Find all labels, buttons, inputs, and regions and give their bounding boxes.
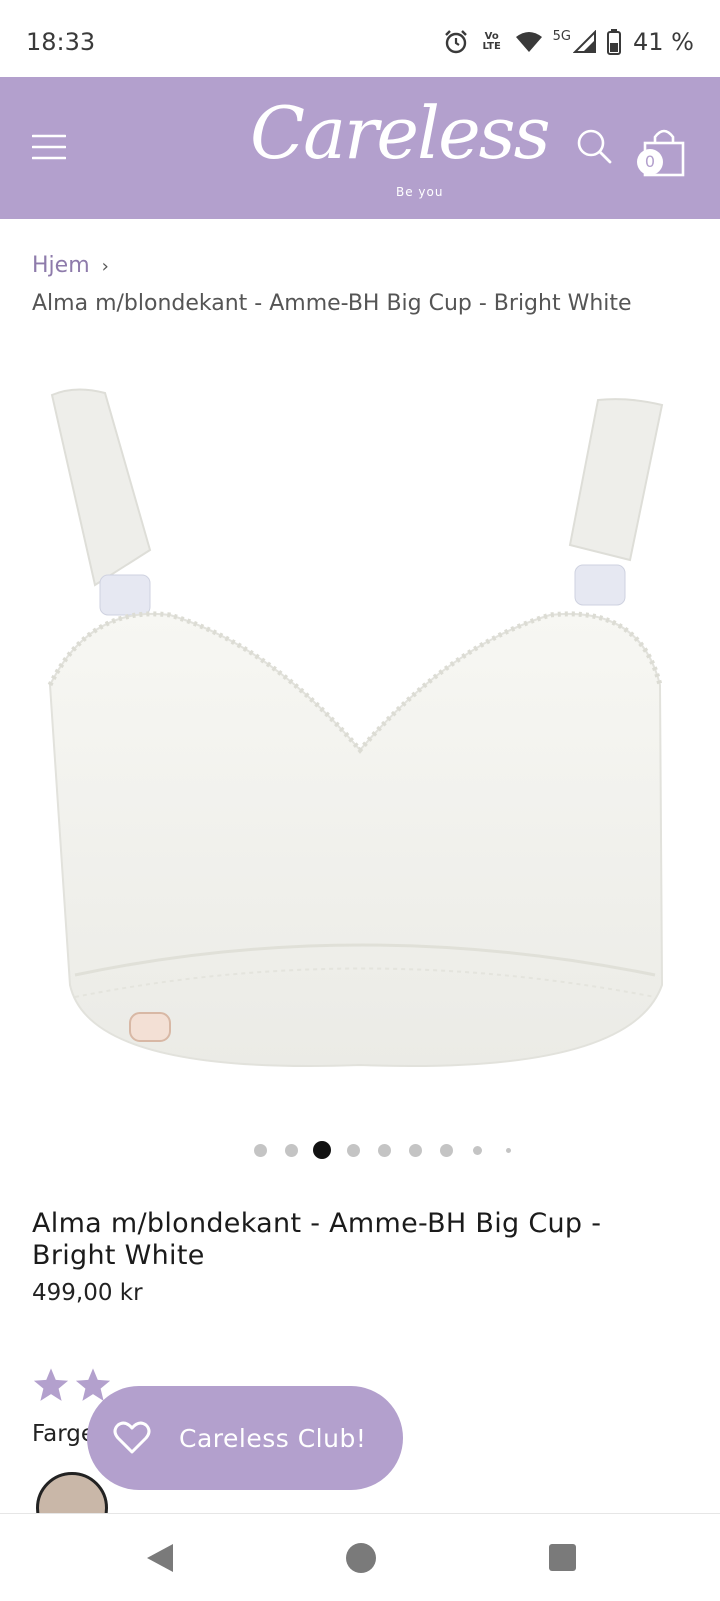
breadcrumb-separator: › bbox=[101, 256, 109, 277]
carousel-dots bbox=[0, 1140, 720, 1160]
status-time: 18:33 bbox=[26, 28, 96, 56]
home-icon[interactable] bbox=[346, 1543, 376, 1573]
product-image[interactable] bbox=[30, 385, 690, 1085]
volte-icon: Vo LTE bbox=[482, 31, 501, 52]
breadcrumb-current: Alma m/blondekant - Amme-BH Big Cup - Br… bbox=[32, 291, 632, 316]
site-header: Careless Be you 0 bbox=[0, 77, 720, 219]
wifi-icon bbox=[515, 32, 542, 52]
battery-percent: 41 % bbox=[633, 28, 694, 56]
carousel-dot[interactable] bbox=[377, 1143, 391, 1157]
carousel-dot[interactable] bbox=[505, 1147, 511, 1153]
status-icons: Vo LTE 5G 41 % bbox=[443, 26, 694, 58]
careless-club-label: Careless Club! bbox=[179, 1423, 367, 1453]
system-nav-bar bbox=[0, 1513, 720, 1601]
product-price: 499,00 kr bbox=[32, 1280, 143, 1306]
breadcrumb-home-link[interactable]: Hjem bbox=[32, 253, 90, 278]
battery-icon bbox=[607, 29, 622, 55]
cart-count-badge: 0 bbox=[637, 149, 663, 175]
star-icon bbox=[33, 1368, 69, 1401]
carousel-dot[interactable] bbox=[313, 1141, 331, 1159]
search-icon[interactable] bbox=[575, 127, 613, 165]
alarm-icon bbox=[444, 30, 467, 54]
logo-text: Careless bbox=[250, 91, 551, 175]
recents-icon[interactable] bbox=[549, 1544, 576, 1571]
carousel-dot[interactable] bbox=[408, 1143, 422, 1157]
careless-club-button[interactable]: Careless Club! bbox=[87, 1386, 403, 1490]
status-bar: 18:33 Vo LTE 5G 41 % bbox=[0, 0, 720, 77]
carousel-dot[interactable] bbox=[439, 1143, 453, 1157]
rating-stars[interactable] bbox=[32, 1366, 112, 1404]
logo[interactable]: Careless Be you bbox=[250, 91, 551, 211]
carousel-dot[interactable] bbox=[253, 1143, 267, 1157]
logo-tagline: Be you bbox=[396, 185, 444, 199]
menu-icon[interactable] bbox=[32, 130, 66, 164]
product-title: Alma m/blondekant - Amme-BH Big Cup - Br… bbox=[32, 1208, 602, 1271]
breadcrumb: Hjem › Alma m/blondekant - Amme-BH Big Cu… bbox=[32, 248, 672, 321]
carousel-dot[interactable] bbox=[346, 1143, 360, 1157]
back-icon[interactable] bbox=[145, 1542, 175, 1574]
carousel-dot[interactable] bbox=[472, 1145, 482, 1155]
heart-icon bbox=[113, 1421, 151, 1454]
carousel-dot[interactable] bbox=[284, 1143, 298, 1157]
signal-icon bbox=[573, 30, 597, 53]
network-type: 5G bbox=[552, 28, 572, 44]
